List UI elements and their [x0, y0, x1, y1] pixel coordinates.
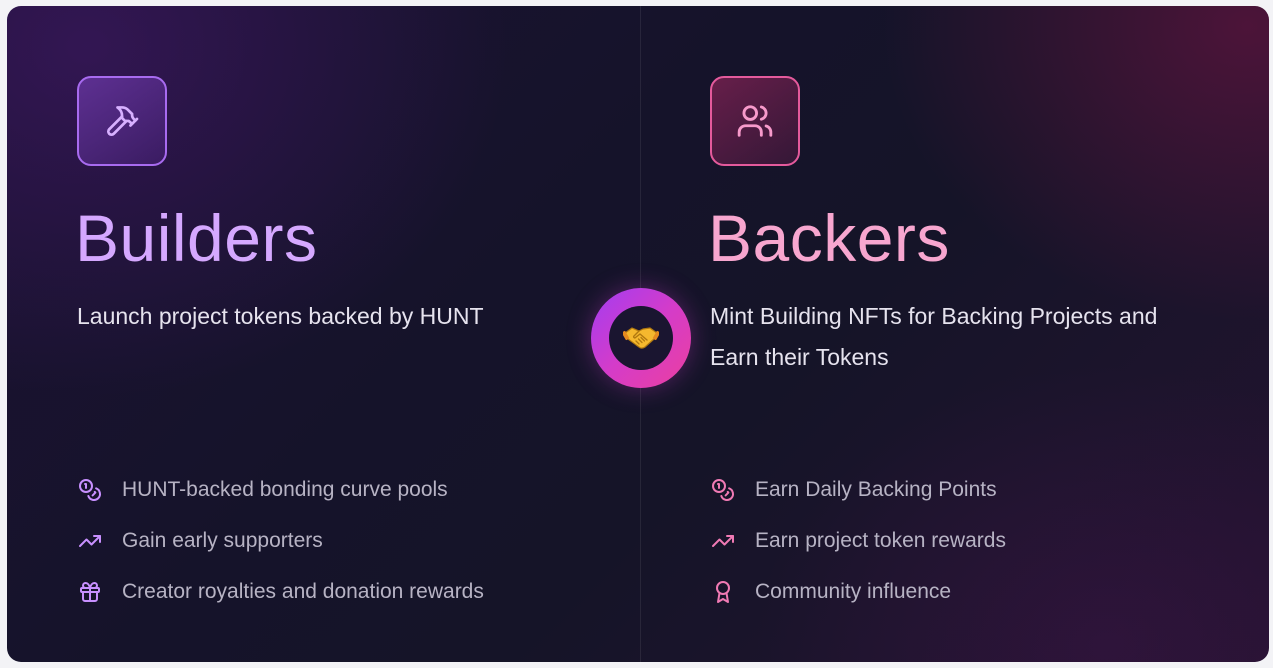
trending-up-icon	[710, 528, 736, 554]
builders-icon-box	[77, 76, 167, 166]
builders-title: Builders	[75, 201, 318, 275]
feature-label: Earn Daily Backing Points	[755, 477, 997, 501]
list-item: HUNT-backed bonding curve pools	[77, 464, 484, 515]
coins-icon	[77, 477, 103, 503]
coins-icon	[710, 477, 736, 503]
backers-column: Backers Mint Building NFTs for Backing P…	[708, 6, 1250, 662]
builders-feature-list: HUNT-backed bonding curve pools Gain ear…	[77, 464, 484, 617]
list-item: Gain early supporters	[77, 515, 484, 566]
feature-label: Earn project token rewards	[755, 528, 1006, 552]
hammer-icon	[106, 106, 139, 137]
builders-backers-card: Builders Launch project tokens backed by…	[7, 6, 1269, 662]
feature-label: HUNT-backed bonding curve pools	[122, 477, 448, 501]
backers-title: Backers	[708, 201, 950, 275]
backers-feature-list: Earn Daily Backing Points Earn project t…	[710, 464, 1006, 617]
trending-up-icon	[77, 528, 103, 554]
feature-label: Gain early supporters	[122, 528, 323, 552]
backers-icon-box	[710, 76, 800, 166]
gift-icon	[77, 579, 103, 605]
list-item: Earn Daily Backing Points	[710, 464, 1006, 515]
builders-subtitle: Launch project tokens backed by HUNT	[77, 303, 484, 329]
handshake-badge	[591, 288, 691, 388]
award-icon	[710, 579, 736, 605]
list-item: Earn project token rewards	[710, 515, 1006, 566]
list-item: Community influence	[710, 566, 1006, 617]
handshake-badge-inner	[609, 306, 673, 370]
builders-column: Builders Launch project tokens backed by…	[75, 6, 617, 662]
list-item: Creator royalties and donation rewards	[77, 566, 484, 617]
feature-label: Community influence	[755, 579, 952, 603]
users-icon	[737, 105, 773, 137]
feature-label: Creator royalties and donation rewards	[122, 579, 484, 603]
handshake-icon	[623, 327, 659, 349]
backers-subtitle: Mint Building NFTs for Backing Projects …	[710, 303, 1158, 370]
